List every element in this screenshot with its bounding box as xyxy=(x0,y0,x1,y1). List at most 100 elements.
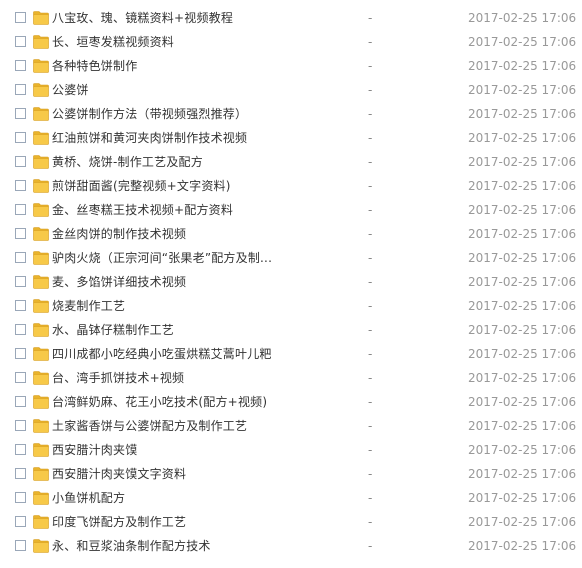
file-name-link[interactable]: 驴肉火烧（正宗河间“张果老”配方及制... xyxy=(52,250,272,266)
row-checkbox[interactable] xyxy=(15,492,26,503)
row-checkbox[interactable] xyxy=(15,276,26,287)
row-checkbox[interactable] xyxy=(15,372,26,383)
file-name-link[interactable]: 公婆饼制作方法（带视频强烈推荐） xyxy=(52,106,247,122)
file-row[interactable]: 金、丝枣糕王技术视频+配方资料 - 2017-02-25 17:06 xyxy=(0,199,582,223)
file-size: - xyxy=(368,491,373,505)
file-row[interactable]: 公婆饼 - 2017-02-25 17:06 xyxy=(0,79,582,103)
file-list: 八宝玫、瑰、镜糕资料+视频教程 -2017-02-25 17:06 长、垣枣发糕视频… xyxy=(0,0,582,559)
row-checkbox[interactable] xyxy=(15,420,26,431)
file-name-link[interactable]: 西安腊汁肉夹馍文字资料 xyxy=(52,466,186,482)
file-name-link[interactable]: 长、垣枣发糕视频资料 xyxy=(52,34,174,50)
row-checkbox[interactable] xyxy=(15,180,26,191)
file-size: - xyxy=(368,347,373,361)
file-row[interactable]: 驴肉火烧（正宗河间“张果老”配方及制... - 2017-02-25 17:06 xyxy=(0,247,582,271)
file-size: - xyxy=(368,203,373,217)
file-modified-date: 2017-02-25 17:06 xyxy=(468,35,577,49)
row-checkbox[interactable] xyxy=(15,300,26,311)
file-size: - xyxy=(368,299,373,313)
file-name-link[interactable]: 四川成都小吃经典小吃蛋烘糕艾蒿叶儿粑 xyxy=(52,346,272,362)
row-checkbox[interactable] xyxy=(15,396,26,407)
folder-icon xyxy=(33,11,49,25)
file-name-link[interactable]: 台、湾手抓饼技术+视频 xyxy=(52,370,184,386)
folder-icon xyxy=(33,515,49,529)
file-row[interactable]: 四川成都小吃经典小吃蛋烘糕艾蒿叶儿粑 - 2017-02-25 17:06 xyxy=(0,343,582,367)
row-checkbox[interactable] xyxy=(15,204,26,215)
file-row[interactable]: 麦、多馅饼详细技术视频 - 2017-02-25 17:06 xyxy=(0,271,582,295)
file-row[interactable]: 长、垣枣发糕视频资料 - 2017-02-25 17:06 xyxy=(0,31,582,55)
folder-icon xyxy=(33,491,49,505)
folder-icon xyxy=(33,299,49,313)
file-row[interactable]: 烧麦制作工艺 - 2017-02-25 17:06 xyxy=(0,295,582,319)
file-name-link[interactable]: 金、丝枣糕王技术视频+配方资料 xyxy=(52,202,233,218)
file-modified-date: 2017-02-25 17:06 xyxy=(468,275,577,289)
row-checkbox[interactable] xyxy=(15,540,26,551)
file-modified-date: 2017-02-25 17:06 xyxy=(468,11,577,25)
file-name-link[interactable]: 烧麦制作工艺 xyxy=(52,298,125,314)
file-row[interactable]: 黄桥、烧饼-制作工艺及配方 - 2017-02-25 17:06 xyxy=(0,151,582,175)
file-modified-date: 2017-02-25 17:06 xyxy=(468,395,577,409)
file-row[interactable]: 八宝玫、瑰、镜糕资料+视频教程 - 2017-02-25 17:06 xyxy=(0,7,582,31)
file-size: - xyxy=(368,539,373,553)
file-name-link[interactable]: 煎饼甜面酱(完整视频+文字资料) xyxy=(52,178,231,194)
file-size: - xyxy=(368,275,373,289)
file-size: - xyxy=(368,371,373,385)
file-modified-date: 2017-02-25 17:06 xyxy=(468,59,577,73)
file-name-link[interactable]: 八宝玫、瑰、镜糕资料+视频教程 xyxy=(52,10,233,26)
row-checkbox[interactable] xyxy=(15,444,26,455)
folder-icon xyxy=(33,155,49,169)
folder-icon xyxy=(33,203,49,217)
file-row[interactable]: 煎饼甜面酱(完整视频+文字资料) - 2017-02-25 17:06 xyxy=(0,175,582,199)
file-name-link[interactable]: 台湾鲜奶麻、花王小吃技术(配方+视频) xyxy=(52,394,267,410)
file-name-link[interactable]: 公婆饼 xyxy=(52,82,89,98)
file-row[interactable]: 公婆饼制作方法（带视频强烈推荐） - 2017-02-25 17:06 xyxy=(0,103,582,127)
file-row[interactable]: 各种特色饼制作 - 2017-02-25 17:06 xyxy=(0,55,582,79)
file-name-link[interactable]: 红油煎饼和黄河夹肉饼制作技术视频 xyxy=(52,130,247,146)
file-name-link[interactable]: 印度飞饼配方及制作工艺 xyxy=(52,514,186,530)
file-row[interactable]: 西安腊汁肉夹馍 - 2017-02-25 17:06 xyxy=(0,439,582,463)
file-name-link[interactable]: 西安腊汁肉夹馍 xyxy=(52,442,137,458)
file-row[interactable]: 印度飞饼配方及制作工艺 - 2017-02-25 17:06 xyxy=(0,511,582,535)
file-row[interactable]: 土家酱香饼与公婆饼配方及制作工艺 - 2017-02-25 17:06 xyxy=(0,415,582,439)
row-checkbox[interactable] xyxy=(15,132,26,143)
file-name-link[interactable]: 麦、多馅饼详细技术视频 xyxy=(52,274,186,290)
file-name-link[interactable]: 水、晶钵仔糕制作工艺 xyxy=(52,322,174,338)
file-modified-date: 2017-02-25 17:06 xyxy=(468,443,577,457)
file-row[interactable]: 永、和豆浆油条制作配方技术 - 2017-02-25 17:06 xyxy=(0,535,582,559)
file-row[interactable]: 台湾鲜奶麻、花王小吃技术(配方+视频) - 2017-02-25 17:06 xyxy=(0,391,582,415)
file-row[interactable]: 金丝肉饼的制作技术视频 - 2017-02-25 17:06 xyxy=(0,223,582,247)
row-checkbox[interactable] xyxy=(15,324,26,335)
file-name-link[interactable]: 永、和豆浆油条制作配方技术 xyxy=(52,538,211,554)
row-checkbox[interactable] xyxy=(15,60,26,71)
file-name-link[interactable]: 各种特色饼制作 xyxy=(52,58,137,74)
row-checkbox[interactable] xyxy=(15,156,26,167)
file-size: - xyxy=(368,83,373,97)
file-modified-date: 2017-02-25 17:06 xyxy=(468,131,577,145)
file-row[interactable]: 红油煎饼和黄河夹肉饼制作技术视频 - 2017-02-25 17:06 xyxy=(0,127,582,151)
file-name-link[interactable]: 金丝肉饼的制作技术视频 xyxy=(52,226,186,242)
file-name-link[interactable]: 小鱼饼机配方 xyxy=(52,490,125,506)
row-checkbox[interactable] xyxy=(15,108,26,119)
folder-icon xyxy=(33,539,49,553)
row-checkbox[interactable] xyxy=(15,84,26,95)
folder-icon xyxy=(33,227,49,241)
file-size: - xyxy=(368,179,373,193)
row-checkbox[interactable] xyxy=(15,468,26,479)
row-checkbox[interactable] xyxy=(15,36,26,47)
folder-icon xyxy=(33,443,49,457)
file-modified-date: 2017-02-25 17:06 xyxy=(468,371,577,385)
row-checkbox[interactable] xyxy=(15,516,26,527)
file-row[interactable]: 小鱼饼机配方 - 2017-02-25 17:06 xyxy=(0,487,582,511)
file-size: - xyxy=(368,443,373,457)
row-checkbox[interactable] xyxy=(15,252,26,263)
file-row[interactable]: 台、湾手抓饼技术+视频 - 2017-02-25 17:06 xyxy=(0,367,582,391)
file-name-link[interactable]: 土家酱香饼与公婆饼配方及制作工艺 xyxy=(52,418,247,434)
row-checkbox[interactable] xyxy=(15,228,26,239)
file-name-link[interactable]: 黄桥、烧饼-制作工艺及配方 xyxy=(52,154,203,170)
file-modified-date: 2017-02-25 17:06 xyxy=(468,83,577,97)
folder-icon xyxy=(33,35,49,49)
row-checkbox[interactable] xyxy=(15,12,26,23)
folder-icon xyxy=(33,83,49,97)
file-row[interactable]: 西安腊汁肉夹馍文字资料 - 2017-02-25 17:06 xyxy=(0,463,582,487)
file-row[interactable]: 水、晶钵仔糕制作工艺 - 2017-02-25 17:06 xyxy=(0,319,582,343)
row-checkbox[interactable] xyxy=(15,348,26,359)
